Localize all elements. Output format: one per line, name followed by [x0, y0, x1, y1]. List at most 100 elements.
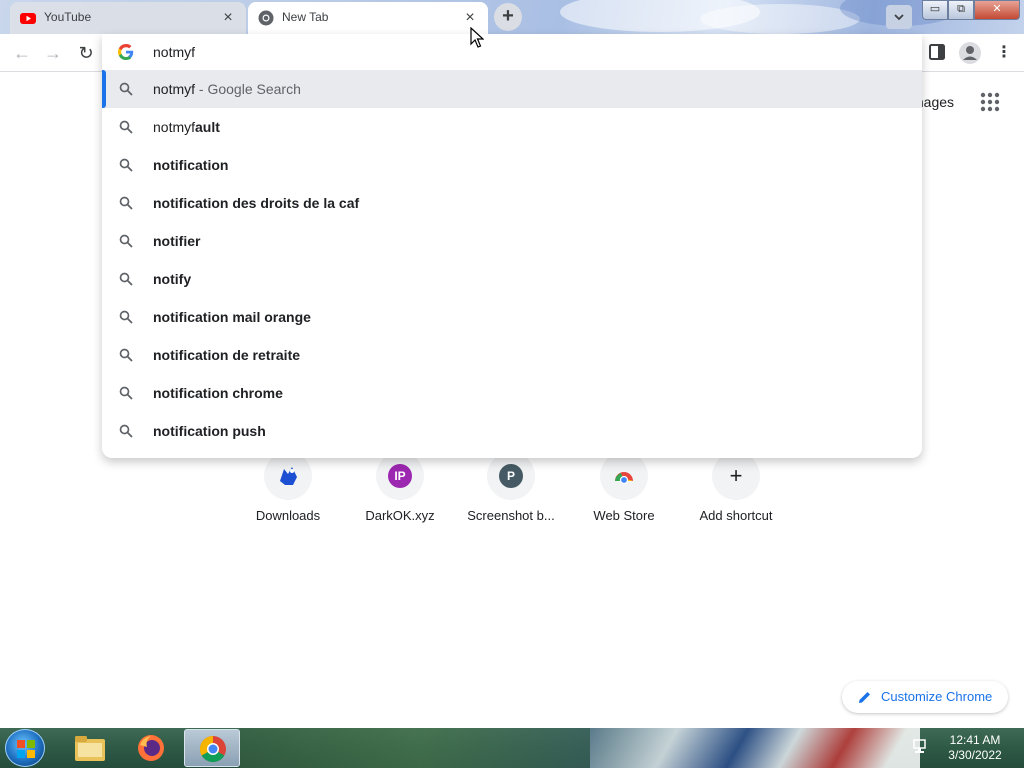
search-icon: [119, 82, 133, 96]
customize-chrome-label: Customize Chrome: [881, 689, 993, 704]
search-icon: [119, 310, 133, 324]
pencil-icon: [859, 692, 870, 703]
suggestion-text: notmyf - Google Search: [153, 81, 301, 97]
plus-icon: +: [729, 463, 743, 488]
wallpaper-cloud: [700, 4, 860, 34]
shortcut-icon-container: IP: [376, 452, 424, 500]
tab-new-tab[interactable]: New Tab ×: [248, 2, 488, 34]
omnibox-suggestion[interactable]: notifier: [102, 222, 922, 260]
web-store-icon: [615, 472, 633, 485]
network-icon[interactable]: [912, 738, 930, 756]
back-button[interactable]: ←: [10, 41, 34, 65]
omnibox-suggestion[interactable]: notmyf - Google Search: [102, 70, 922, 108]
system-clock[interactable]: 12:41 AM 3/30/2022: [940, 733, 1010, 763]
add-shortcut-button[interactable]: + Add shortcut: [681, 452, 791, 523]
omnibox-suggestion[interactable]: notification mail orange: [102, 298, 922, 336]
suggestion-text: notify: [153, 271, 191, 287]
suggestion-completion-part: notification chrome: [153, 385, 283, 401]
search-icon: [119, 272, 133, 286]
mouse-cursor-icon: [470, 27, 484, 48]
omnibox-input-text[interactable]: notmyf: [153, 44, 195, 60]
profile-avatar-icon[interactable]: [958, 41, 982, 65]
close-tab-icon[interactable]: ×: [218, 8, 238, 28]
suggestion-completion-part: notification mail orange: [153, 309, 311, 325]
search-icon: [119, 234, 133, 248]
chrome-menu-button[interactable]: ⋮: [996, 42, 1012, 64]
taskbar-firefox[interactable]: [123, 729, 179, 767]
reload-button[interactable]: ↻: [74, 41, 98, 65]
tab-youtube[interactable]: YouTube ×: [10, 2, 246, 34]
suggestion-completion-part: notification des droits de la caf: [153, 195, 360, 211]
start-button[interactable]: [5, 729, 45, 767]
firefox-icon: [138, 735, 164, 761]
minimize-button[interactable]: ▭: [922, 0, 948, 20]
suggestion-text: notification chrome: [153, 385, 283, 401]
omnibox-suggestion[interactable]: notification des droits de la caf: [102, 184, 922, 222]
clock-date: 3/30/2022: [948, 748, 1002, 762]
forward-button[interactable]: →: [41, 41, 65, 65]
suggestion-completion-part: notification de retraite: [153, 347, 301, 363]
letter-badge-icon: IP: [388, 464, 412, 488]
tab-search-button[interactable]: [886, 5, 912, 29]
shortcut-web-store[interactable]: Web Store: [569, 452, 679, 523]
search-icon: [119, 424, 133, 438]
search-icon: [119, 196, 133, 210]
suggestion-typed-part: notmyf: [153, 81, 196, 97]
google-apps-icon[interactable]: [980, 92, 1000, 112]
shortcut-downloads[interactable]: Downloads: [233, 452, 343, 523]
suggestion-typed-part: notmyf: [153, 119, 196, 135]
omnibox-suggestion[interactable]: notmyfault: [102, 108, 922, 146]
close-tab-icon[interactable]: ×: [460, 8, 480, 28]
file-explorer-icon: [75, 736, 105, 761]
tab-title: New Tab: [282, 10, 329, 24]
search-icon: [119, 386, 133, 400]
chevron-down-icon: [894, 14, 904, 21]
youtube-icon: [20, 13, 36, 24]
suggestion-text: notification push: [153, 423, 266, 439]
omnibox-suggestion[interactable]: notification de retraite: [102, 336, 922, 374]
shortcut-icon-container: [600, 452, 648, 500]
omnibox-suggestion[interactable]: notification push: [102, 412, 922, 450]
shortcut-label: DarkOK.xyz: [365, 508, 435, 523]
shortcut-screenshot[interactable]: P Screenshot b...: [456, 452, 566, 523]
shortcut-label: Web Store: [593, 508, 655, 523]
suggestion-completion-part: notification: [153, 157, 229, 173]
close-window-button[interactable]: ✕: [974, 0, 1020, 20]
google-g-icon: [118, 44, 134, 60]
omnibox-suggestion[interactable]: notification: [102, 146, 922, 184]
suggestion-text: notifier: [153, 233, 200, 249]
suggestion-completion-part: notifier: [153, 233, 201, 249]
tab-title: YouTube: [44, 10, 92, 24]
clock-time: 12:41 AM: [949, 733, 1001, 747]
suggestion-text: notification de retraite: [153, 347, 300, 363]
shortcut-label: Downloads: [255, 508, 321, 523]
shortcut-icon-container: +: [712, 452, 760, 500]
suggestion-completion-part: ault: [195, 119, 220, 135]
downloads-site-icon: [280, 467, 297, 485]
search-icon: [119, 348, 133, 362]
restore-button[interactable]: ⧉: [948, 0, 974, 20]
taskbar-chrome[interactable]: [184, 729, 240, 767]
new-tab-button[interactable]: +: [494, 3, 522, 31]
shortcut-label: Screenshot b...: [467, 508, 555, 523]
suggestion-text: notification: [153, 157, 228, 173]
shortcut-icon-container: [264, 452, 312, 500]
taskbar-file-explorer[interactable]: [62, 729, 118, 767]
omnibox-suggestion[interactable]: notification chrome: [102, 374, 922, 412]
suggestion-text: notification mail orange: [153, 309, 311, 325]
suggestion-completion-part: notification push: [153, 423, 266, 439]
suggestion-suffix: - Google Search: [195, 81, 301, 97]
search-icon: [119, 158, 133, 172]
side-panel-icon[interactable]: [928, 43, 946, 61]
address-bar[interactable]: notmyf: [102, 34, 922, 70]
wallpaper-art: [240, 728, 600, 768]
chrome-icon: [199, 735, 226, 763]
shortcut-darkok[interactable]: IP DarkOK.xyz: [345, 452, 455, 523]
windows-logo-icon: [17, 740, 35, 758]
search-icon: [119, 120, 133, 134]
suggestion-completion-part: notify: [153, 271, 192, 287]
suggestion-text: notification des droits de la caf: [153, 195, 359, 211]
tab-strip: YouTube × New Tab × + ▭ ⧉ ✕: [0, 0, 1024, 34]
customize-chrome-button[interactable]: Customize Chrome: [842, 681, 1008, 713]
omnibox-suggestion[interactable]: notify: [102, 260, 922, 298]
